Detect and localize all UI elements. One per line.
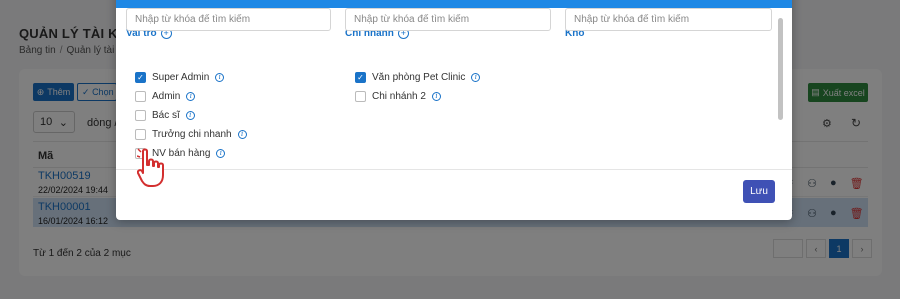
role-item-branch-manager[interactable]: Trưởng chi nhanh i	[135, 125, 247, 144]
role-label: Super Admin	[152, 72, 210, 83]
checkbox[interactable]	[135, 110, 146, 121]
branch-list: ✓ Văn phòng Pet Clinic i Chi nhánh 2 i	[355, 68, 481, 106]
info-icon[interactable]: i	[216, 149, 226, 158]
checkbox-checked[interactable]: ✓	[355, 72, 366, 83]
branch-item-pet-clinic[interactable]: ✓ Văn phòng Pet Clinic i	[355, 68, 481, 87]
checkbox[interactable]	[135, 129, 146, 140]
close-icon[interactable]: ✕	[766, 0, 778, 1]
info-icon[interactable]: i	[185, 111, 195, 120]
role-item-doctor[interactable]: Bác sĩ i	[135, 106, 247, 125]
checkbox[interactable]	[135, 91, 146, 102]
checkbox[interactable]	[355, 91, 366, 102]
branch-label: Văn phòng Pet Clinic	[372, 72, 466, 83]
checkbox-checked[interactable]: ✓	[135, 72, 146, 83]
modal-header: ✕	[116, 0, 792, 8]
branch-item-2[interactable]: Chi nhánh 2 i	[355, 87, 480, 106]
role-label: Admin	[152, 91, 181, 102]
role-item-super-admin[interactable]: ✓ Super Admin i	[135, 68, 247, 87]
branch-label: Chi nhánh 2	[372, 91, 426, 102]
info-icon[interactable]: i	[215, 73, 225, 82]
role-item-admin[interactable]: Admin i	[135, 87, 247, 106]
hand-pointer-icon	[137, 148, 164, 187]
role-search-input[interactable]	[126, 8, 331, 31]
role-label: Trưởng chi nhanh	[152, 129, 232, 140]
role-label: Bác sĩ	[152, 110, 180, 121]
save-button[interactable]: Lưu	[743, 180, 775, 203]
permission-modal: ✕ Vai trò + Chi nhánh + Kho ✓ Super Admi…	[116, 0, 792, 220]
info-icon[interactable]: i	[431, 92, 441, 101]
modal-scrollbar[interactable]	[778, 18, 783, 120]
info-icon[interactable]: i	[471, 73, 481, 82]
branch-search-input[interactable]	[345, 8, 551, 31]
info-icon[interactable]: i	[186, 92, 196, 101]
info-icon[interactable]: i	[237, 130, 247, 139]
warehouse-search-input[interactable]	[565, 8, 772, 31]
